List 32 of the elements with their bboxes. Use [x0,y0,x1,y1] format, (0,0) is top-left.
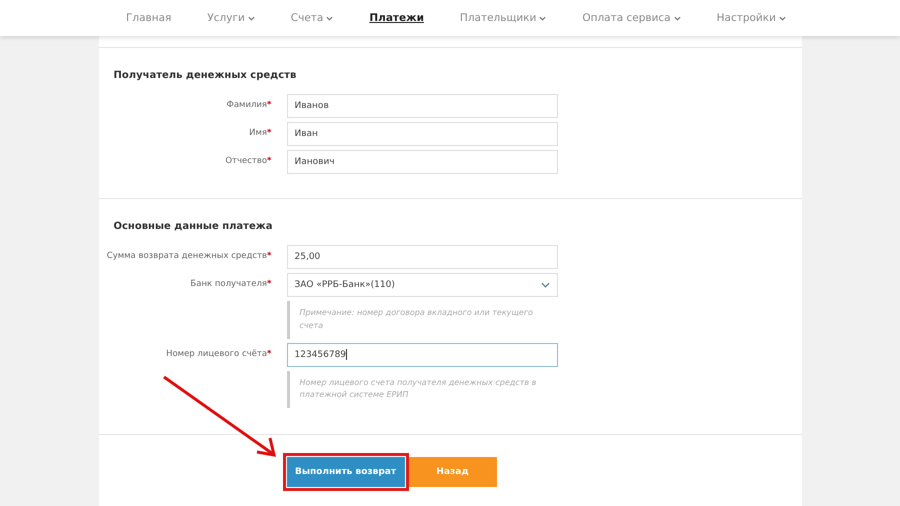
field-label: Фамилия [226,100,268,110]
required-mark: * [267,128,272,138]
input-field[interactable]: 123456789 [286,342,558,367]
field-label: Отчество [225,156,268,166]
field-label: Банк получателя [190,279,268,289]
nav-link[interactable]: Платежи [369,12,424,24]
required-mark: * [267,348,272,359]
input-field[interactable]: Иван [286,122,558,146]
input-field[interactable]: Иванов [286,94,558,118]
nav-link[interactable]: Настройки [716,12,786,24]
input-field[interactable]: 25,00 [286,245,558,269]
nav-link[interactable]: Оплата сервиса [582,12,681,24]
nav-link[interactable]: Главная [126,12,172,24]
nav-link[interactable]: Услуги [207,12,255,24]
field-label: Имя [249,128,268,138]
hint-note: Номер лицевого счета получателя денежных средств в платежной системе ЕРИП [286,370,550,408]
chevron-icon [540,282,550,288]
input-field[interactable]: Ианович [286,150,558,174]
return-button[interactable]: Выполнить возврат [286,457,404,488]
field-label: Номер лицевого счёта [166,348,268,359]
required-mark: * [267,251,272,261]
required-mark: * [267,100,272,110]
bank-dropdown[interactable]: ЗАО «РРБ-Банк»(110) [286,273,558,297]
required-mark: * [267,279,272,289]
hint-note: Примечание: номер договора вкладного или текущего счета [286,301,550,339]
nav-link[interactable]: Счета [290,12,334,24]
section-title: Получатель денежных средств [114,70,298,81]
back-button[interactable]: Назад [408,457,496,488]
nav-link[interactable]: Плательщики [460,12,546,24]
section-title: Основные данные платежа [114,221,274,232]
field-label: Сумма возврата денежных средств [106,251,268,261]
required-mark: * [267,156,272,166]
